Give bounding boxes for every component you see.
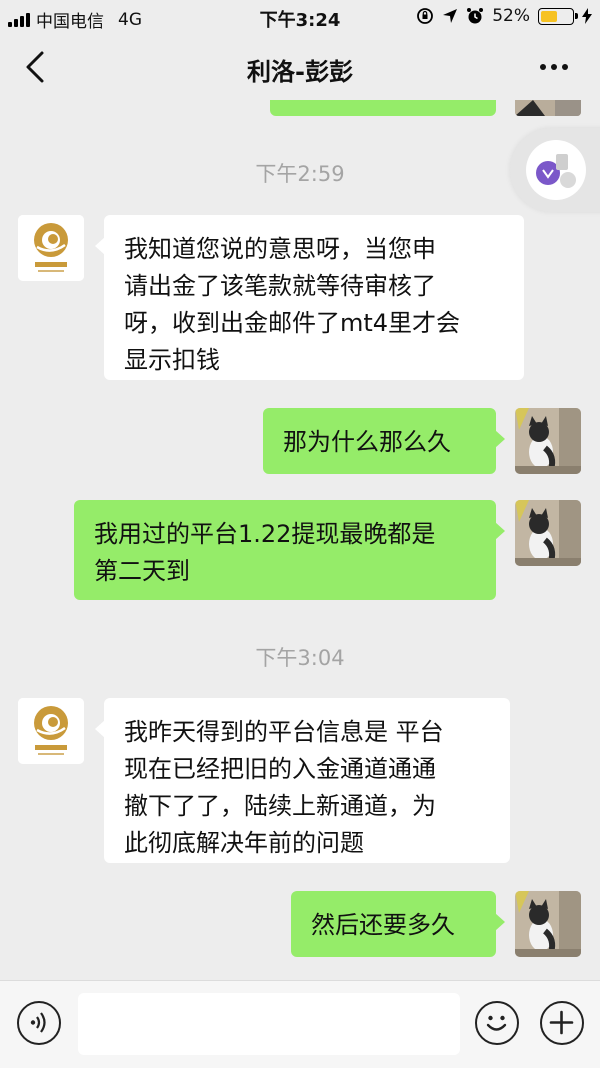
message-line: 我用过的平台1.22提现最晚都是 [94,520,436,548]
message-line: 那为什么那么久 [283,428,451,456]
received-message-bubble[interactable]: 我知道您说的意思呀，当您申 请出金了该笔款就等待审核了 呀，收到出金邮件了mt4… [95,215,524,380]
sent-message-bubble[interactable]: 我用过的平台1.22提现最晚都是 第二天到 [74,500,505,600]
orientation-lock-icon [417,8,434,24]
message-line: 呀，收到出金邮件了mt4里才会 [124,309,461,337]
message-line: 我昨天得到的平台信息是 平台 [124,718,444,746]
my-avatar[interactable] [515,100,581,116]
more-button[interactable] [540,56,574,78]
company-logo-icon [18,698,84,764]
chat-area[interactable]: 下午2:59 我知道您说的意思呀，当您申 请出金了该笔款就等待审核了 呀，收到出… [0,100,600,980]
company-logo-icon [18,215,84,281]
message-line: 我知道您说的意思呀，当您申 [124,235,436,263]
cat-photo-avatar [515,891,581,957]
message-line: 现在已经把旧的入金通道通通 [124,755,436,783]
sent-message-bubble[interactable]: 然后还要多久 [291,891,505,957]
message-line: 第二天到 [94,557,190,585]
timestamp: 下午2:59 [255,162,345,186]
cat-photo-avatar [515,408,581,474]
contact-avatar[interactable] [18,698,84,764]
message-line: 撤下了了，陆续上新通道，为 [124,792,436,820]
plus-button[interactable] [540,1001,584,1045]
status-bar: 中国电信 4G 下午3:24 52% [0,0,600,34]
sent-message-bubble[interactable]: 那为什么那么久 [263,408,505,474]
message-line: 请出金了该笔款就等待审核了 [124,272,436,300]
voice-icon [30,1012,46,1033]
nav-bar: 利洛-彭彭 [0,34,600,100]
status-right: 52% [416,6,592,26]
my-avatar[interactable] [515,500,581,566]
voice-button[interactable] [17,1001,61,1045]
contact-avatar[interactable] [18,215,84,281]
alarm-icon [467,8,484,24]
battery-icon [538,7,578,25]
partial-sent-bubble[interactable] [270,100,496,116]
emoji-button[interactable] [475,1001,519,1045]
timestamp: 下午3:04 [255,646,345,670]
my-avatar[interactable] [515,408,581,474]
battery-percent: 52% [492,6,530,26]
more-dots-icon [540,64,546,70]
input-bar [0,980,600,1068]
message-line: 显示扣钱 [124,346,220,374]
message-line: 然后还要多久 [311,911,455,939]
my-avatar[interactable] [515,891,581,957]
cat-photo-avatar [515,500,581,566]
message-input[interactable] [78,993,460,1055]
plus-icon [549,1010,574,1035]
emoji-icon [486,1015,507,1031]
received-message-bubble[interactable]: 我昨天得到的平台信息是 平台 现在已经把旧的入金通道通通 撤下了了，陆续上新通道… [95,698,510,863]
charging-icon [582,8,592,24]
battery-fill [541,10,557,22]
chat-title: 利洛-彭彭 [247,58,353,86]
message-line: 此彻底解决年前的问题 [124,829,364,857]
location-icon [443,9,458,23]
